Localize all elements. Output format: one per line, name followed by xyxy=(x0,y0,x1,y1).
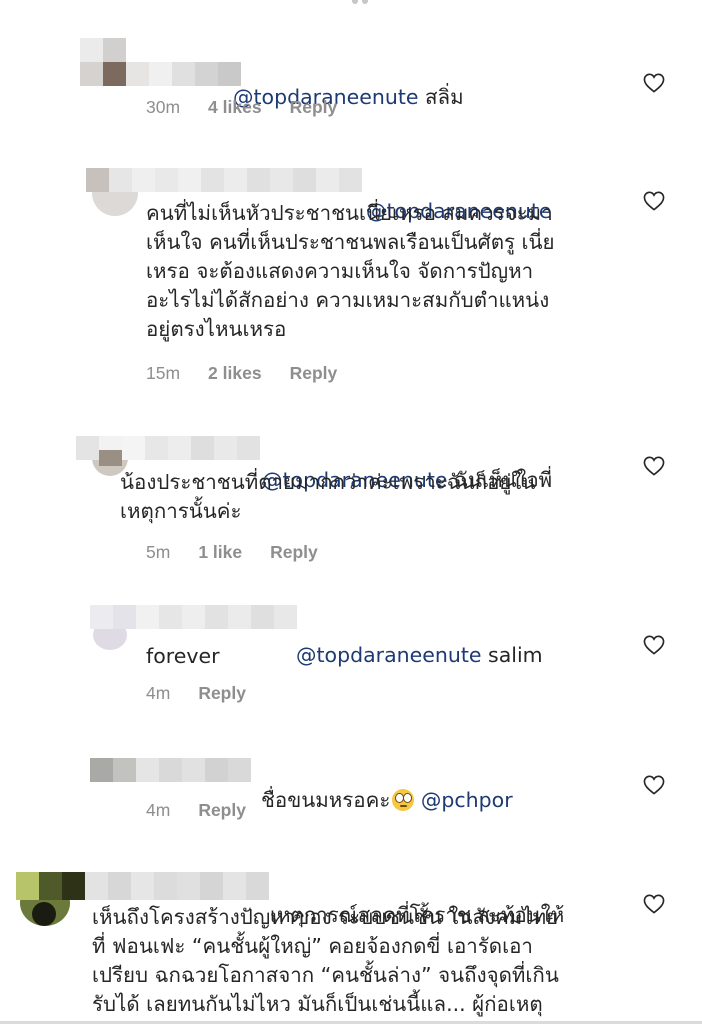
blurred-avatar-username xyxy=(90,758,251,782)
comment-meta: 15m 2 likes Reply xyxy=(146,363,337,384)
timestamp: 4m xyxy=(146,683,171,703)
heart-outline-icon[interactable] xyxy=(642,634,666,656)
face-with-rolling-eyes-icon xyxy=(392,789,415,811)
reply-button[interactable]: Reply xyxy=(290,363,338,384)
mention-link[interactable]: @pchpor xyxy=(421,788,513,812)
reply-button[interactable]: Reply xyxy=(270,542,318,563)
likes-count[interactable]: 4 likes xyxy=(208,97,262,118)
avatar-blur xyxy=(99,450,122,466)
comment-text-body: น้องประชาชนที่ตายมากกว่าค่ะเพราะฉันก็อยู… xyxy=(120,470,536,523)
comment-meta: 4m Reply xyxy=(146,683,246,704)
timestamp: 5m xyxy=(146,542,171,562)
blurred-username xyxy=(90,605,297,629)
comment-text: @topdaraneenute salim xyxy=(296,643,543,667)
blurred-username xyxy=(86,168,362,192)
likes-count[interactable]: 2 likes xyxy=(208,363,262,384)
reply-button[interactable]: Reply xyxy=(198,800,246,821)
heart-outline-icon[interactable] xyxy=(642,72,666,94)
reply-button[interactable]: Reply xyxy=(198,683,246,704)
likes-count[interactable]: 1 like xyxy=(198,542,242,563)
previous-comment-cutoff xyxy=(0,0,702,6)
heart-outline-icon[interactable] xyxy=(642,893,666,915)
comment-text-body: เห็นถึงโครงสร้างปัญหาของ ระบบชนชั้น ในสั… xyxy=(92,905,559,1016)
heart-outline-icon[interactable] xyxy=(642,190,666,212)
heart-outline-icon[interactable] xyxy=(642,774,666,796)
comment-meta: 4m Reply xyxy=(146,800,246,821)
heart-outline-icon[interactable] xyxy=(642,455,666,477)
blurred-username xyxy=(16,872,269,900)
mention-link[interactable]: @topdaraneenute xyxy=(296,643,482,667)
comment-text-body: คนที่ไม่เห็นหัวประชาชนเนี่ยเหรอ สมควรจะม… xyxy=(146,201,555,341)
comment-text: ชื่อขนมหรอคะ @pchpor xyxy=(261,788,513,812)
timestamp: 30m xyxy=(146,97,181,117)
timestamp: 15m xyxy=(146,363,181,383)
comment-text-body: forever xyxy=(146,644,220,668)
timestamp: 4m xyxy=(146,800,171,820)
blurred-avatar-username xyxy=(80,38,241,86)
comment-meta: 5m 1 like Reply xyxy=(146,542,318,563)
reply-button[interactable]: Reply xyxy=(290,97,338,118)
comment-meta: 30m 4 likes Reply xyxy=(146,97,337,118)
